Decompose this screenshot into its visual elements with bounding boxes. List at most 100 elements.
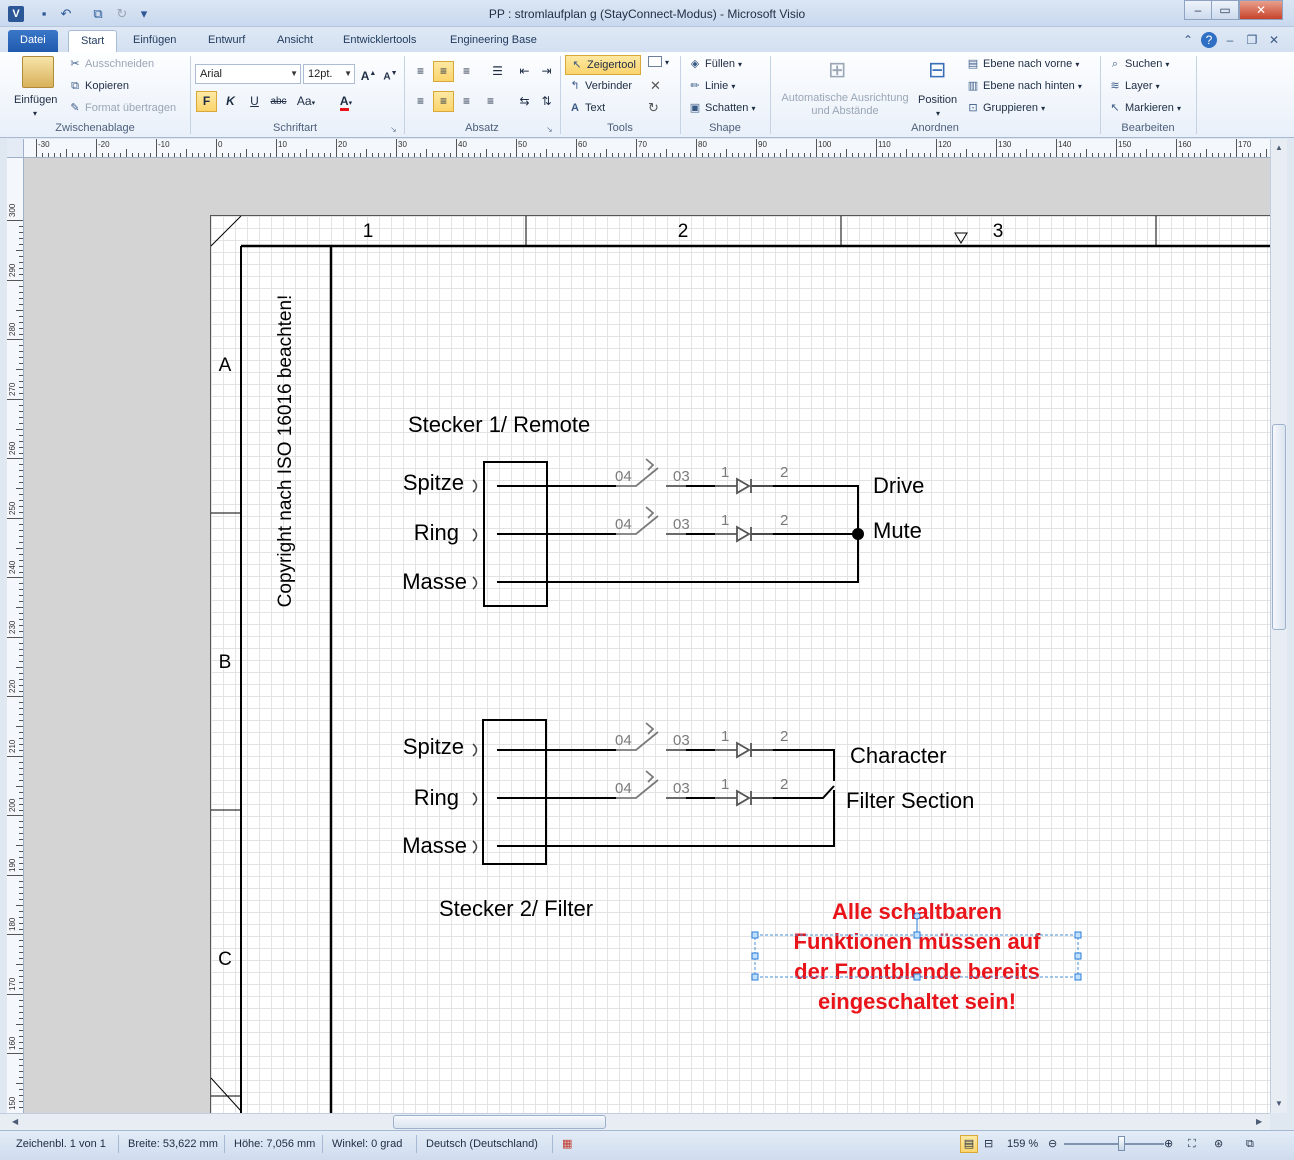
scroll-left-icon[interactable]: ◀ — [12, 1117, 18, 1126]
zoom-out-icon[interactable]: ⊖ — [1048, 1136, 1057, 1152]
paragraph-dialog-launcher-icon[interactable]: ↘ — [546, 122, 553, 138]
paste-icon[interactable] — [22, 56, 54, 88]
connector-tool-button[interactable]: ↰ Verbinder — [568, 78, 632, 94]
align-middle-icon[interactable]: ≡ — [433, 61, 454, 82]
justify-icon[interactable]: ≡ — [480, 91, 501, 112]
maximize-button[interactable]: ▭ — [1211, 0, 1239, 20]
scroll-up-icon[interactable]: ▲ — [1275, 143, 1283, 152]
close-x-icon[interactable]: ✕ — [650, 78, 661, 94]
line-spacing-icon[interactable]: ⇅ — [536, 91, 557, 112]
normal-view-icon[interactable]: ▤ — [960, 1135, 978, 1153]
align-left-icon[interactable]: ≡ — [410, 91, 431, 112]
horizontal-scroll-thumb[interactable] — [393, 1115, 606, 1129]
font-dialog-launcher-icon[interactable]: ↘ — [390, 122, 397, 138]
align-center-icon[interactable]: ≡ — [433, 91, 454, 112]
align-top-icon[interactable]: ≡ — [410, 61, 431, 82]
bold-button[interactable]: F — [196, 91, 217, 112]
pan-zoom-icon[interactable]: ⊛ — [1214, 1136, 1223, 1152]
status-angle[interactable]: Winkel: 0 grad — [332, 1136, 402, 1152]
close-button[interactable]: ✕ — [1239, 0, 1283, 20]
doc-close-icon[interactable]: ✕ — [1266, 32, 1282, 48]
format-painter-button[interactable]: ✎ Format übertragen — [68, 100, 176, 116]
doc-restore-icon[interactable]: ❐ — [1244, 32, 1260, 48]
rectangle-shape-icon[interactable] — [648, 56, 662, 67]
font-family-select[interactable]: Arial ▼ — [195, 64, 301, 84]
cut-button[interactable]: ✂ Ausschneiden — [68, 56, 154, 72]
tab-engineering-base[interactable]: Engineering Base — [438, 30, 549, 52]
vertical-scroll-thumb[interactable] — [1272, 424, 1286, 630]
tab-start[interactable]: Start — [68, 30, 118, 52]
strikethrough-button[interactable]: abc — [268, 91, 289, 112]
grow-font-icon[interactable]: A▲ — [358, 63, 379, 84]
fit-page-icon[interactable]: ⛶ — [1188, 1136, 1196, 1152]
scroll-right-icon[interactable]: ▶ — [1256, 1117, 1262, 1126]
help-icon[interactable]: ? — [1201, 32, 1217, 48]
underline-button[interactable]: U — [244, 91, 265, 112]
decrease-indent-icon[interactable]: ⇤ — [514, 61, 535, 82]
macro-record-icon[interactable]: ▦ — [562, 1136, 572, 1152]
minimize-button[interactable]: – — [1184, 0, 1212, 20]
zoom-slider-track[interactable] — [1064, 1143, 1164, 1145]
drawing-canvas[interactable]: 1 2 3 A B C Copyright nach ISO 16016 bea… — [24, 158, 1270, 1113]
status-height[interactable]: Höhe: 7,056 mm — [234, 1136, 315, 1152]
vertical-scrollbar[interactable]: ▲ ▼ — [1270, 139, 1287, 1113]
auto-align-button[interactable]: Automatische Ausrichtung und Abstände — [776, 92, 914, 118]
tab-entwicklertools[interactable]: Entwicklertools — [331, 30, 428, 52]
copy-button[interactable]: ⧉ Kopieren — [68, 78, 129, 94]
horizontal-scrollbar[interactable]: ◀ ▶ — [0, 1113, 1270, 1130]
drawing-page[interactable]: 1 2 3 A B C Copyright nach ISO 16016 bea… — [210, 215, 1270, 1113]
connector-1-group[interactable]: Stecker 1/ Remote Spitze Ring Masse 04 0… — [402, 412, 924, 607]
auto-align-icon[interactable]: ⊞ — [828, 58, 846, 82]
find-button[interactable]: ⌕ Suchen ▾ — [1108, 56, 1169, 73]
status-page-indicator[interactable]: Zeichenbl. 1 von 1 — [16, 1136, 106, 1152]
position-icon[interactable]: ⊟ — [928, 58, 946, 82]
zoom-level[interactable]: 159 % — [1007, 1136, 1038, 1152]
presentation-view-icon[interactable]: ⊟ — [984, 1136, 993, 1152]
switch-windows-icon[interactable]: ⧉ — [1246, 1136, 1254, 1152]
layer-button[interactable]: ≋ Layer ▾ — [1108, 78, 1159, 95]
vertical-ruler[interactable]: 300 290 280 270 260 250 240 230 220 210 200 190 180 1… — [7, 158, 24, 1113]
connector-2-body[interactable] — [482, 719, 547, 865]
bullets-icon[interactable]: ☰ — [487, 61, 508, 82]
chevron-down-icon[interactable]: ▾ — [936, 106, 940, 122]
fill-button[interactable]: ◈ Füllen ▾ — [688, 56, 742, 73]
tab-datei[interactable]: Datei — [8, 30, 58, 52]
align-bottom-icon[interactable]: ≡ — [456, 61, 477, 82]
shadow-button[interactable]: ▣ Schatten ▾ — [688, 100, 756, 117]
connector-2-group[interactable]: Spitze Ring Masse 04 03 04 03 1 2 1 2 Ch — [402, 719, 974, 921]
rotate-icon[interactable]: ↻ — [648, 100, 659, 116]
horizontal-ruler[interactable]: -30 -20 -10 0 10 20 30 40 50 60 70 80 90 100 110 120 130… — [24, 139, 1270, 158]
send-backward-button[interactable]: ▥ Ebene nach hinten ▾ — [966, 78, 1082, 95]
align-right-icon[interactable]: ≡ — [456, 91, 477, 112]
warning-note[interactable]: Alle schaltbaren Funktionen müssen auf d… — [751, 899, 1082, 1014]
tab-ansicht[interactable]: Ansicht — [265, 30, 325, 52]
paste-dropdown-icon[interactable]: ▾ — [33, 106, 37, 122]
chevron-down-icon[interactable]: ▾ — [665, 55, 669, 71]
ruler-tick — [1224, 153, 1225, 157]
ruler-tick — [1056, 139, 1057, 157]
italic-button[interactable]: K — [220, 91, 241, 112]
zoom-in-icon[interactable]: ⊕ — [1164, 1136, 1173, 1152]
pointer-tool-button[interactable]: ↖ Zeigertool — [565, 55, 641, 75]
group-button[interactable]: ⊡ Gruppieren ▾ — [966, 100, 1045, 117]
status-language[interactable]: Deutsch (Deutschland) — [426, 1136, 538, 1152]
font-size-select[interactable]: 12pt. ▼ — [303, 64, 355, 84]
font-color-button[interactable]: A▾ — [330, 91, 362, 112]
increase-indent-icon[interactable]: ⇥ — [536, 61, 557, 82]
status-width[interactable]: Breite: 53,622 mm — [128, 1136, 218, 1152]
shrink-font-icon[interactable]: A▼ — [380, 63, 401, 84]
text-tool-button[interactable]: A Text — [568, 100, 605, 116]
minimize-ribbon-icon[interactable]: ⌃ — [1180, 32, 1196, 48]
tab-einfuegen[interactable]: Einfügen — [121, 30, 188, 52]
scroll-down-icon[interactable]: ▼ — [1275, 1099, 1283, 1108]
bring-forward-button[interactable]: ▤ Ebene nach vorne ▾ — [966, 56, 1080, 73]
schematic-drawing[interactable]: 1 2 3 A B C Copyright nach ISO 16016 bea… — [210, 215, 1270, 1113]
tab-entwurf[interactable]: Entwurf — [196, 30, 257, 52]
ruler-tick — [19, 940, 23, 941]
text-direction-icon[interactable]: ⇆ — [514, 91, 535, 112]
line-button[interactable]: ✏ Linie ▾ — [688, 78, 735, 95]
change-case-button[interactable]: Aa▾ — [292, 91, 320, 112]
doc-minimize-icon[interactable]: – — [1222, 32, 1238, 48]
zoom-slider-thumb[interactable] — [1118, 1136, 1125, 1151]
select-button[interactable]: ↖ Markieren ▾ — [1108, 100, 1181, 117]
